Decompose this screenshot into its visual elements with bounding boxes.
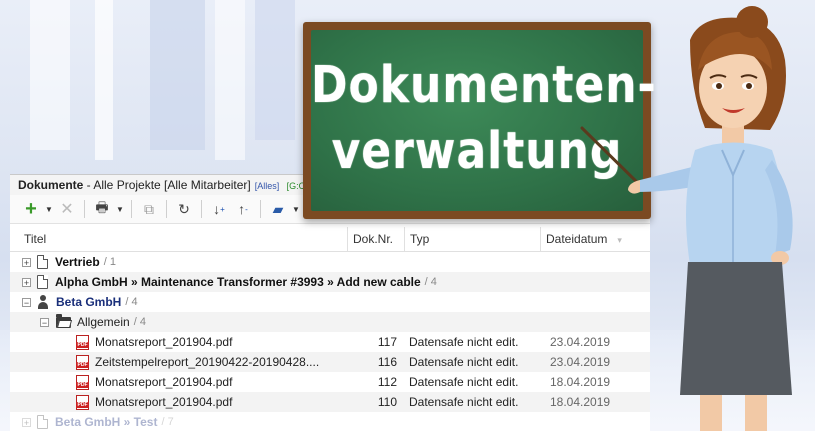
column-typ[interactable]: Typ [404,227,540,251]
toolbar-divider [260,200,261,218]
row-count: / 1 [103,256,116,268]
toolbar-divider [166,200,167,218]
row-title: Allgemein [77,315,130,329]
expand-icon[interactable]: + [22,417,31,427]
row-doknr: 110 [377,395,397,409]
print-dropdown-icon[interactable]: ▼ [115,198,125,220]
row-title: Zeitstempelreport_20190422-20190428.... [95,355,320,369]
column-header: Titel Dok.Nr. Typ Dateidatum ▾ [10,227,650,252]
row-doknr: 117 [377,335,397,349]
row-count: / 4 [133,316,146,328]
document-icon [37,275,48,289]
expand-icon[interactable]: + [22,277,31,287]
row-title: Monatsreport_201904.pdf [95,375,233,389]
row-title: Alpha GmbH » Maintenance Transformer #39… [55,275,421,289]
print-icon[interactable]: 🖶 [91,198,113,220]
row-title: Vertrieb [55,255,100,269]
tree-row[interactable]: + Vertrieb / 1 [10,252,650,272]
toolbar-divider [131,200,132,218]
toolbar-divider [84,200,85,218]
title-bold: Dokumente [18,178,84,192]
tree-row[interactable]: − Allgemein / 4 [10,312,650,332]
chalkboard-line-2: verwaltung [331,122,623,181]
document-row[interactable]: PDF Monatsreport_201904.pdf 117 Datensaf… [10,332,650,352]
expand-icon[interactable]: + [22,257,31,267]
toolbar-divider [201,200,202,218]
customer-icon [37,295,49,309]
refresh-icon[interactable]: ↻ [173,198,195,220]
document-tree: + Vertrieb / 1 + Alpha GmbH » Maintenanc… [10,252,650,432]
add-dropdown-icon[interactable]: ▼ [44,198,54,220]
chalkboard: Dokumenten- verwaltung [303,22,657,219]
pdf-icon: PDF [76,334,89,350]
pdf-icon: PDF [76,374,89,390]
column-doknr[interactable]: Dok.Nr. [347,227,404,251]
row-date: 18.04.2019 [550,375,611,389]
row-title: Monatsreport_201904.pdf [95,395,233,409]
row-doknr: 116 [377,355,397,369]
row-typ: Datensafe nicht edit. [409,355,519,369]
row-date: 23.04.2019 [550,335,611,349]
document-icon [37,415,48,429]
sort-down-icon[interactable]: ↓ + [208,198,230,220]
chalkboard-surface: Dokumenten- verwaltung [311,30,657,211]
row-title: Beta GmbH [56,295,122,309]
row-typ: Datensafe nicht edit. [409,395,519,409]
pdf-icon: PDF [76,394,89,410]
folder-open-icon [56,313,71,328]
row-typ: Datensafe nicht edit. [409,335,519,349]
tree-row[interactable]: + Alpha GmbH » Maintenance Transformer #… [10,272,650,292]
column-titel[interactable]: Titel [10,227,347,251]
row-typ: Datensafe nicht edit. [409,375,519,389]
filter-all-tag[interactable]: [Alles] [255,181,280,191]
title-rest: - Alle Projekte [Alle Mitarbeiter] [83,178,251,192]
tree-row[interactable]: + Beta GmbH » Test / 7 [10,412,650,432]
document-icon [37,255,48,269]
add-icon[interactable]: + [20,198,42,220]
pdf-icon: PDF [76,354,89,370]
row-count: / 7 [161,416,174,428]
row-doknr: 112 [377,375,397,389]
chalkboard-line-1: Dokumenten- [311,56,657,115]
folder-dropdown-icon[interactable]: ▼ [291,198,301,220]
preview-icon[interactable]: ⧉ [138,198,160,220]
collapse-icon[interactable]: − [40,317,49,327]
delete-icon[interactable]: ✕ [56,198,78,220]
column-dateidatum-label: Dateidatum [546,232,608,246]
row-title: Beta GmbH » Test [55,415,158,429]
sort-chevron-icon: ▾ [617,235,622,245]
collapse-icon[interactable]: − [22,297,31,307]
document-row[interactable]: PDF Zeitstempelreport_20190422-20190428.… [10,352,650,372]
folder-icon[interactable]: ▰ [267,198,289,220]
row-title: Monatsreport_201904.pdf [95,335,233,349]
row-count: / 4 [424,276,437,288]
document-row[interactable]: PDF Monatsreport_201904.pdf 112 Datensaf… [10,372,650,392]
row-date: 18.04.2019 [550,395,611,409]
tree-row[interactable]: − Beta GmbH / 4 [10,292,650,312]
sort-up-icon[interactable]: ↑ - [232,198,254,220]
column-dateidatum[interactable]: Dateidatum ▾ [540,227,650,251]
document-row[interactable]: PDF Monatsreport_201904.pdf 110 Datensaf… [10,392,650,412]
row-count: / 4 [125,296,138,308]
row-date: 23.04.2019 [550,355,611,369]
